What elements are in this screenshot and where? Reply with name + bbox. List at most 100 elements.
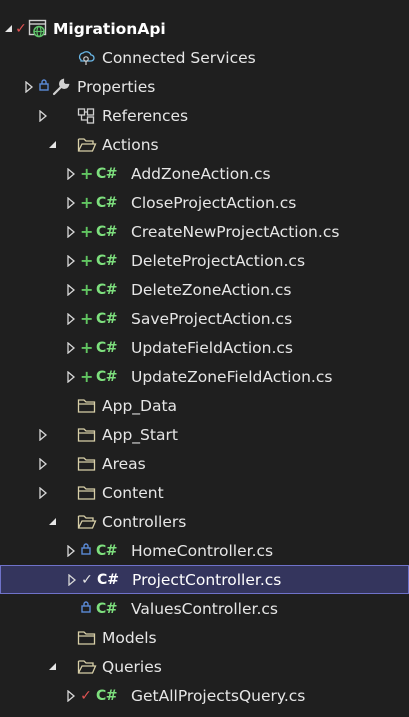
csharp-file-icon: C#: [96, 542, 118, 559]
tree-item-file[interactable]: C# HomeController.cs: [0, 536, 409, 565]
tree-item-label: Areas: [102, 454, 146, 473]
tree-item-label: Queries: [102, 657, 162, 676]
expander-collapsed-icon[interactable]: [65, 573, 79, 587]
connected-services-icon: [77, 49, 95, 67]
tree-item-label: ProjectController.cs: [132, 570, 282, 589]
expander-collapsed-icon[interactable]: [64, 312, 78, 326]
tree-item-file[interactable]: + C# UpdateZoneFieldAction.cs: [0, 362, 409, 391]
expander-collapsed-icon[interactable]: [22, 80, 36, 94]
tree-item-label: AddZoneAction.cs: [131, 164, 271, 183]
expander-collapsed-icon[interactable]: [64, 370, 78, 384]
expander-collapsed-icon[interactable]: [64, 689, 78, 703]
expander-collapsed-icon[interactable]: [36, 486, 50, 500]
expander-expanded-icon[interactable]: [2, 22, 16, 36]
csharp-file-icon: C#: [96, 368, 118, 385]
expander-collapsed-icon[interactable]: [64, 225, 78, 239]
pending-add-icon: +: [80, 309, 94, 328]
expander-collapsed-icon[interactable]: [36, 109, 50, 123]
csharp-file-icon: C#: [96, 310, 118, 327]
csharp-file-icon: C#: [96, 223, 118, 240]
tree-item-file[interactable]: + C# AddZoneAction.cs: [0, 159, 409, 188]
web-project-icon: [28, 19, 48, 39]
checked-out-icon: ✓: [80, 687, 92, 704]
expander-collapsed-icon[interactable]: [64, 341, 78, 355]
pending-add-icon: +: [80, 193, 94, 212]
tree-item-actions-folder[interactable]: Actions: [0, 130, 409, 159]
tree-item-label: Actions: [102, 135, 159, 154]
pending-add-icon: +: [80, 280, 94, 299]
pending-add-icon: +: [80, 222, 94, 241]
checked-out-icon: ✓: [15, 20, 27, 37]
tree-item-file[interactable]: C# ValuesController.cs: [0, 594, 409, 623]
tree-item-file[interactable]: ✓ C# GetAllProjectsQuery.cs: [0, 681, 409, 710]
expander-expanded-icon[interactable]: [46, 515, 60, 529]
tree-item-file[interactable]: + C# DeleteProjectAction.cs: [0, 246, 409, 275]
tree-item-queries-folder[interactable]: Queries: [0, 652, 409, 681]
tree-item-label: UpdateFieldAction.cs: [131, 338, 293, 357]
folder-open-icon: [77, 513, 97, 531]
csharp-file-icon: C#: [96, 339, 118, 356]
folder-icon: [77, 397, 97, 415]
expander-collapsed-icon[interactable]: [64, 254, 78, 268]
csharp-file-icon: C#: [96, 194, 118, 211]
tree-item-label: UpdateZoneFieldAction.cs: [131, 367, 333, 386]
tree-item-label: Controllers: [102, 512, 187, 531]
wrench-icon: [52, 78, 70, 96]
tree-item-label: Properties: [77, 77, 156, 96]
tree-item-file-selected[interactable]: ✓ C# ProjectController.cs: [0, 565, 409, 594]
tree-item-file[interactable]: + C# DeleteZoneAction.cs: [0, 275, 409, 304]
tree-item-label: SaveProjectAction.cs: [131, 309, 293, 328]
tree-item-controllers-folder[interactable]: Controllers: [0, 507, 409, 536]
tree-item-models-folder[interactable]: Models: [0, 623, 409, 652]
tree-item-label: GetAllProjectsQuery.cs: [131, 686, 306, 705]
expander-collapsed-icon[interactable]: [64, 167, 78, 181]
tree-item-label: HomeController.cs: [131, 541, 274, 560]
expander-collapsed-icon[interactable]: [36, 428, 50, 442]
tree-item-file[interactable]: + C# CreateNewProjectAction.cs: [0, 217, 409, 246]
tree-item-label: References: [102, 106, 189, 125]
pending-add-icon: +: [80, 367, 94, 386]
tree-item-file[interactable]: + C# SaveProjectAction.cs: [0, 304, 409, 333]
csharp-file-icon: C#: [96, 281, 118, 298]
csharp-file-icon: C#: [96, 165, 118, 182]
tree-item-label: CloseProjectAction.cs: [131, 193, 297, 212]
expander-collapsed-icon[interactable]: [64, 283, 78, 297]
references-icon: [77, 107, 95, 125]
lock-icon: [80, 543, 92, 558]
lock-icon: [38, 79, 50, 94]
tree-item-label: App_Start: [102, 425, 178, 444]
expander-collapsed-icon[interactable]: [64, 544, 78, 558]
tree-item-areas-folder[interactable]: Areas: [0, 449, 409, 478]
folder-icon: [77, 455, 97, 473]
csharp-file-icon: C#: [96, 687, 118, 704]
pending-add-icon: +: [80, 338, 94, 357]
tree-item-label: DeleteZoneAction.cs: [131, 280, 292, 299]
folder-icon: [77, 426, 97, 444]
csharp-file-icon: C#: [96, 600, 118, 617]
expander-collapsed-icon[interactable]: [36, 457, 50, 471]
tree-item-connected-services[interactable]: Connected Services: [0, 43, 409, 72]
expander-collapsed-icon[interactable]: [64, 196, 78, 210]
folder-icon: [77, 484, 97, 502]
tree-item-label: Connected Services: [102, 48, 256, 67]
tree-item-label: DeleteProjectAction.cs: [131, 251, 306, 270]
pending-add-icon: +: [80, 164, 94, 183]
expander-expanded-icon[interactable]: [46, 660, 60, 674]
tree-item-label: App_Data: [102, 396, 178, 415]
folder-open-icon: [77, 136, 97, 154]
tree-item-references[interactable]: References: [0, 101, 409, 130]
tree-item-file[interactable]: + C# UpdateFieldAction.cs: [0, 333, 409, 362]
tree-item-properties[interactable]: Properties: [0, 72, 409, 101]
tree-item-label: CreateNewProjectAction.cs: [131, 222, 340, 241]
tree-item-file[interactable]: + C# CloseProjectAction.cs: [0, 188, 409, 217]
expander-expanded-icon[interactable]: [46, 138, 60, 152]
solution-explorer-tree: ✓ MigrationApi Connected Services Proper…: [0, 0, 409, 717]
folder-open-icon: [77, 658, 97, 676]
tree-item-project[interactable]: ✓ MigrationApi: [0, 14, 409, 43]
tree-item-content-folder[interactable]: Content: [0, 478, 409, 507]
tree-item-app-start-folder[interactable]: App_Start: [0, 420, 409, 449]
csharp-file-icon: C#: [97, 571, 120, 588]
tree-item-label: Content: [102, 483, 164, 502]
tree-item-app-data-folder[interactable]: App_Data: [0, 391, 409, 420]
tree-item-label: Models: [102, 628, 157, 647]
